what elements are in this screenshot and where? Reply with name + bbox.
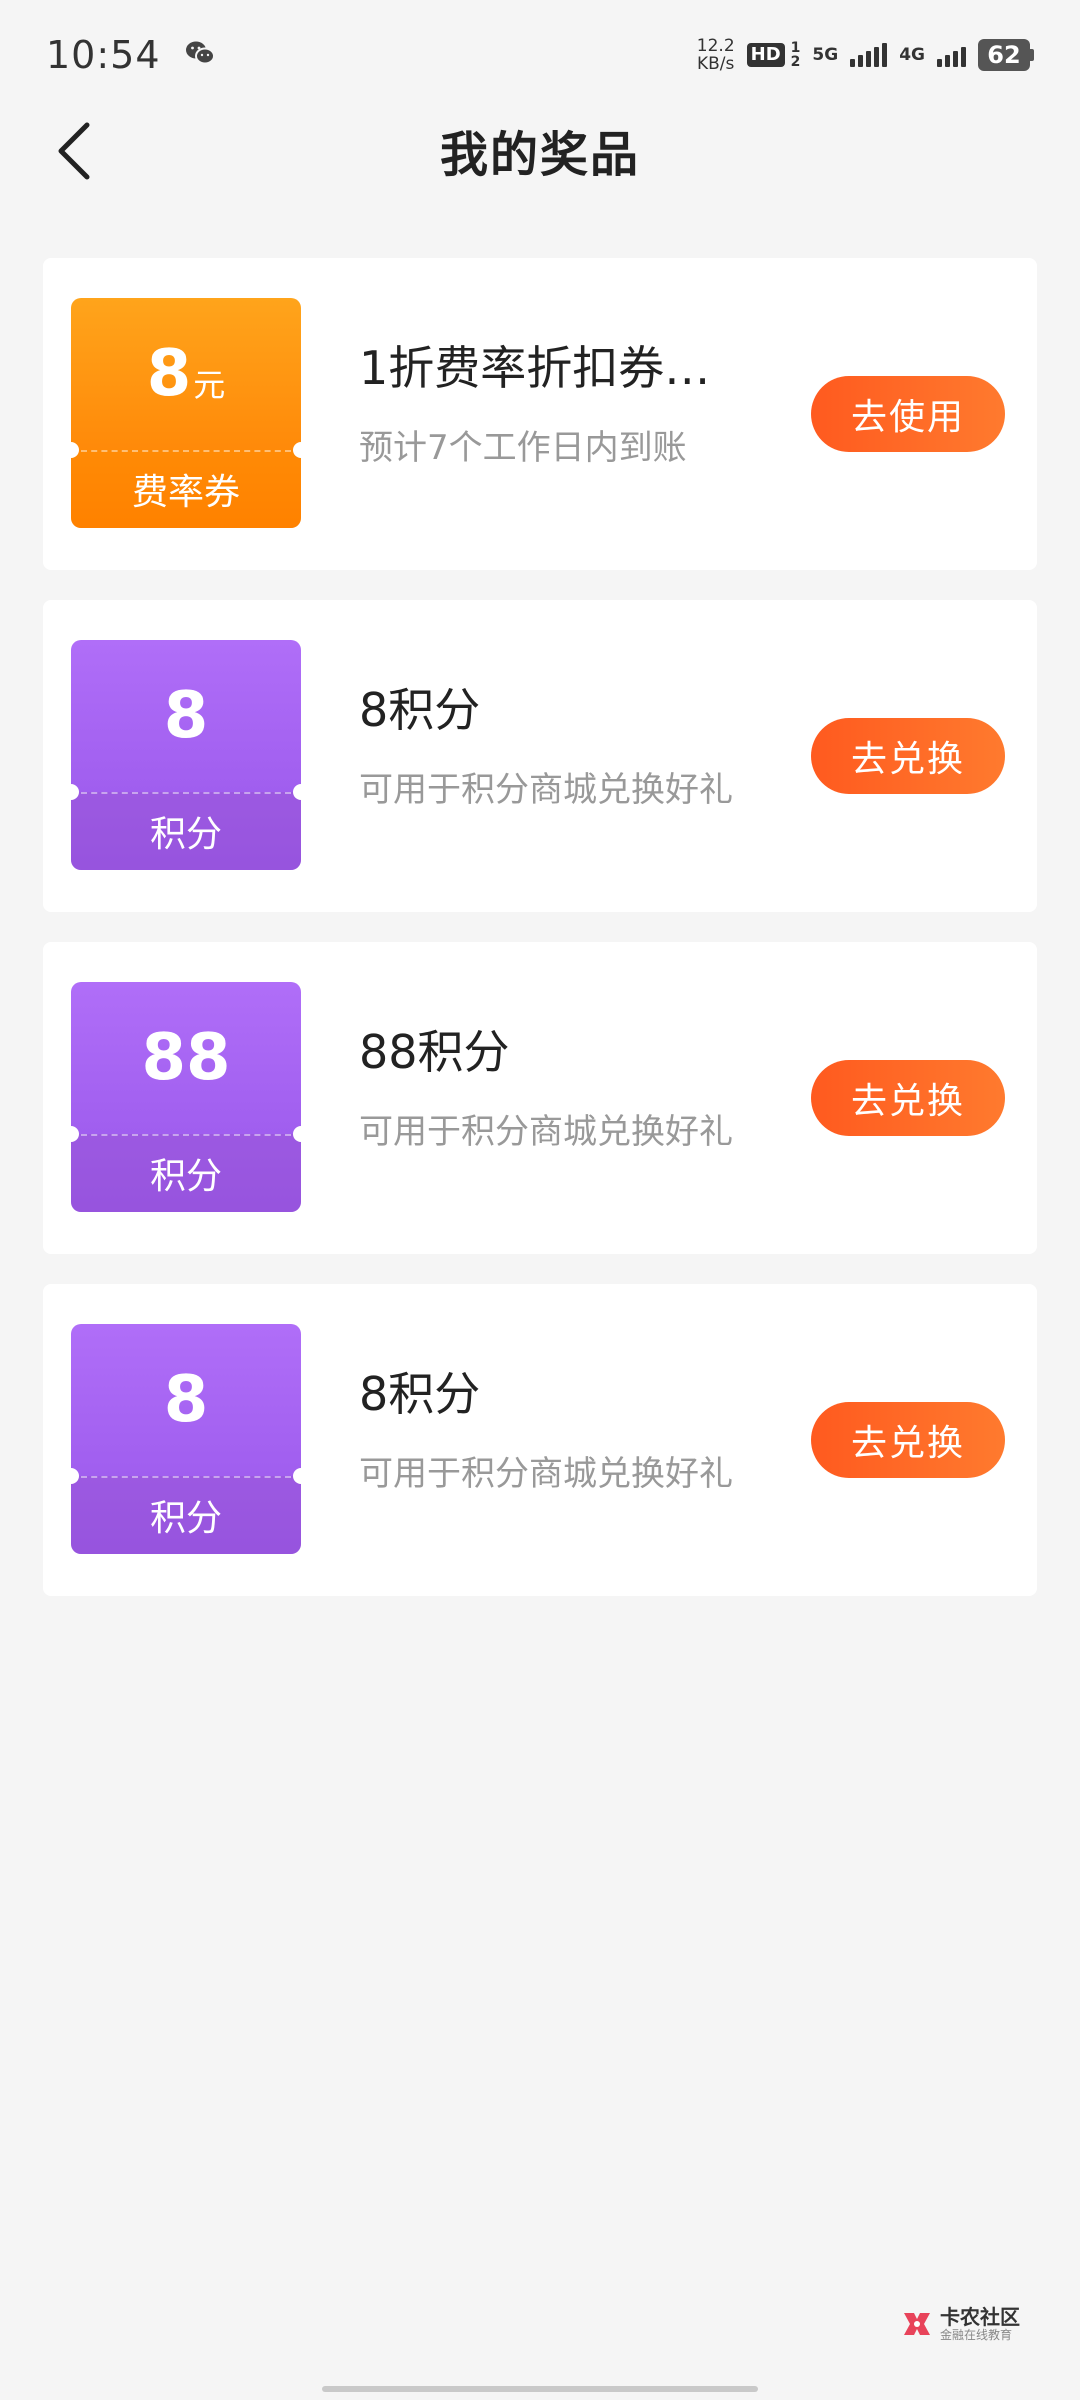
prize-ticket-badge: 8 积分 — [71, 640, 301, 870]
status-left: 10:54 — [46, 33, 215, 77]
watermark-logo-icon — [904, 2313, 930, 2335]
chevron-left-icon — [58, 122, 90, 180]
ticket-value-area: 8 — [71, 1324, 301, 1476]
prize-card: 8 积分 8积分 可用于积分商城兑换好礼 去兑换 — [43, 600, 1037, 912]
sim1-network-label: 5G — [812, 45, 839, 65]
prize-info: 1折费率折扣券… 预计7个工作日内到账 — [359, 336, 799, 469]
ticket-divider — [81, 1134, 291, 1136]
prize-info: 8积分 可用于积分商城兑换好礼 — [359, 1362, 799, 1495]
ticket-value: 8 — [163, 679, 209, 753]
prize-description: 预计7个工作日内到账 — [359, 428, 687, 468]
watermark-text: 卡农社区 金融在线教育 — [940, 2306, 1020, 2342]
ticket-unit: 元 — [193, 366, 226, 404]
net-speed-value: 12.2 — [696, 36, 735, 56]
ticket-value: 8 — [146, 337, 192, 411]
back-button[interactable] — [40, 116, 110, 186]
sim2-network-label: 4G — [899, 45, 925, 65]
prize-list: 8 元 费率券 1折费率折扣券… 预计7个工作日内到账 去使用 8 积分 8积分… — [43, 258, 1037, 1626]
ticket-value-area: 88 — [71, 982, 301, 1134]
status-bar: 10:54 12.2 KB/s HD 12 5G 4G 62 — [0, 0, 1080, 110]
nav-bar: 我的奖品 — [0, 110, 1080, 190]
status-right: 12.2 KB/s HD 12 5G 4G 62 — [697, 37, 1034, 73]
prize-title: 8积分 — [359, 683, 481, 737]
prize-card: 88 积分 88积分 可用于积分商城兑换好礼 去兑换 — [43, 942, 1037, 1254]
wechat-icon — [185, 40, 215, 70]
prize-description: 可用于积分商城兑换好礼 — [359, 770, 733, 810]
ticket-label: 费率券 — [71, 450, 301, 528]
net-speed-unit: KB/s — [697, 54, 735, 74]
ticket-divider — [81, 792, 291, 794]
prize-title: 8积分 — [359, 1367, 481, 1421]
ticket-value-area: 8 元 — [71, 298, 301, 450]
battery-level: 62 — [978, 39, 1030, 71]
use-button[interactable]: 去使用 — [811, 376, 1005, 452]
home-indicator[interactable] — [322, 2386, 758, 2392]
prize-title: 88积分 — [359, 1025, 510, 1079]
prize-ticket-badge: 88 积分 — [71, 982, 301, 1212]
status-time: 10:54 — [46, 33, 161, 77]
page-title: 我的奖品 — [439, 127, 640, 183]
ticket-value: 88 — [141, 1021, 231, 1095]
ticket-value-area: 8 — [71, 640, 301, 792]
battery-icon: 62 — [978, 39, 1034, 71]
hd-voice-badge: HD — [746, 43, 785, 67]
exchange-button[interactable]: 去兑换 — [811, 1060, 1005, 1136]
ticket-label: 积分 — [71, 792, 301, 870]
battery-cap — [1030, 49, 1034, 61]
watermark: 卡农社区 金融在线教育 — [900, 2306, 1020, 2342]
net-speed: 12.2 KB/s — [697, 37, 735, 73]
prize-card: 8 元 费率券 1折费率折扣券… 预计7个工作日内到账 去使用 — [43, 258, 1037, 570]
ticket-label: 积分 — [71, 1134, 301, 1212]
ticket-divider — [81, 1476, 291, 1478]
prize-ticket-badge: 8 元 费率券 — [71, 298, 301, 528]
watermark-subtitle: 金融在线教育 — [940, 2328, 1013, 2342]
prize-info: 88积分 可用于积分商城兑换好礼 — [359, 1020, 799, 1153]
prize-description: 可用于积分商城兑换好礼 — [359, 1112, 733, 1152]
prize-ticket-badge: 8 积分 — [71, 1324, 301, 1554]
ticket-divider — [81, 450, 291, 452]
sim2-signal-icon — [937, 43, 966, 67]
ticket-value: 8 — [163, 1363, 209, 1437]
prize-title: 1折费率折扣券… — [359, 341, 711, 395]
exchange-button[interactable]: 去兑换 — [811, 1402, 1005, 1478]
ticket-label: 积分 — [71, 1476, 301, 1554]
watermark-title: 卡农社区 — [940, 2305, 1020, 2329]
sim-index-icon: 12 — [790, 40, 801, 70]
exchange-button[interactable]: 去兑换 — [811, 718, 1005, 794]
prize-description: 可用于积分商城兑换好礼 — [359, 1454, 733, 1494]
sim1-signal-icon — [850, 43, 888, 67]
prize-info: 8积分 可用于积分商城兑换好礼 — [359, 678, 799, 811]
prize-card: 8 积分 8积分 可用于积分商城兑换好礼 去兑换 — [43, 1284, 1037, 1596]
